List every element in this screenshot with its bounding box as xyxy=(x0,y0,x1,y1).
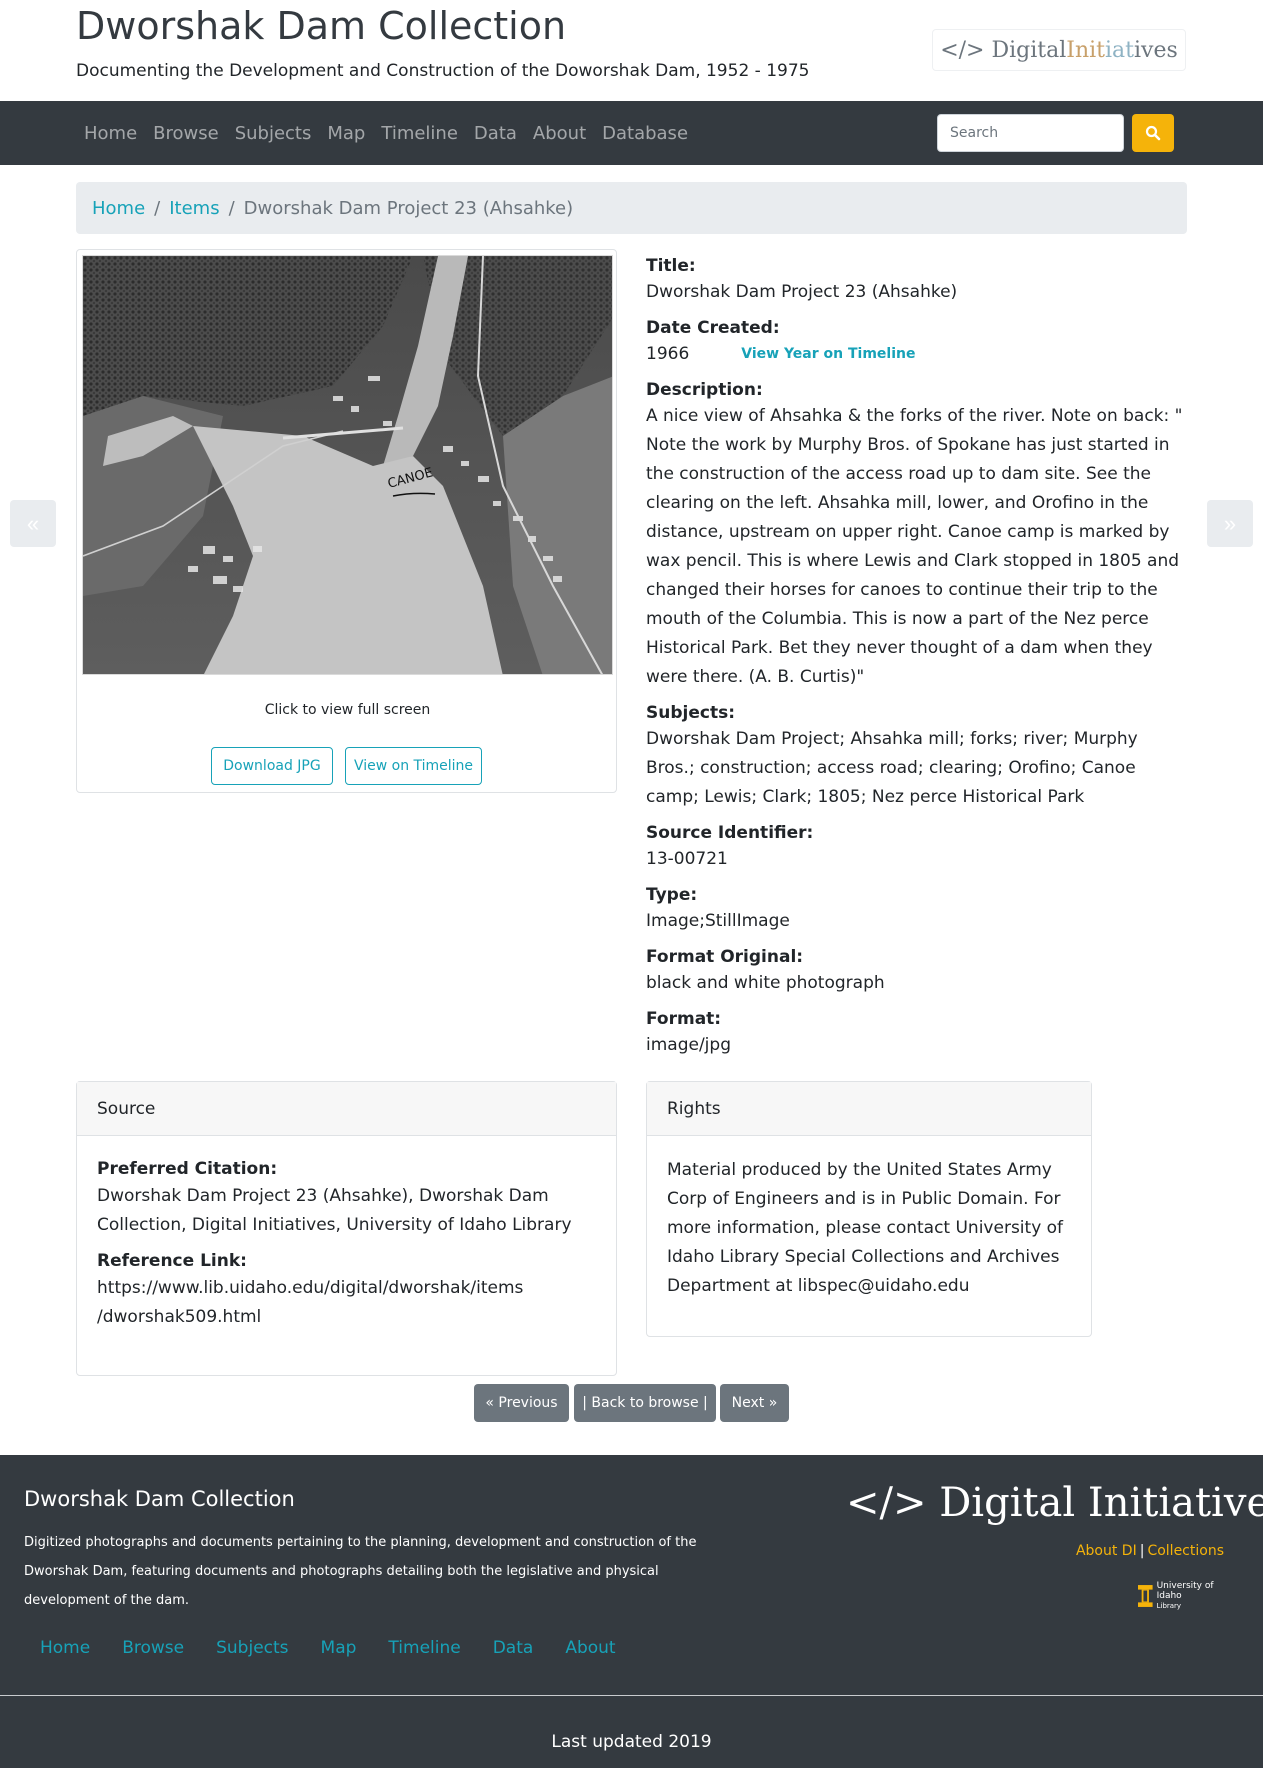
nav-timeline[interactable]: Timeline xyxy=(373,123,466,144)
about-di-link[interactable]: About DI xyxy=(1076,1543,1137,1559)
title-value: Dworshak Dam Project 23 (Ahsahke) xyxy=(646,282,958,302)
footer-title: Dworshak Dam Collection xyxy=(24,1487,295,1511)
previous-button[interactable]: « Previous xyxy=(474,1384,569,1422)
uidaho-line: Library xyxy=(1156,1602,1182,1610)
subjects-label: Subjects: xyxy=(646,703,735,723)
subjects-value: Dworshak Dam Project; Ahsahka mill; fork… xyxy=(646,729,1138,807)
rights-card: Rights Material produced by the United S… xyxy=(646,1081,1092,1337)
nav-links: Home Browse Subjects Map Timeline Data A… xyxy=(76,101,696,165)
type-label: Type: xyxy=(646,885,698,905)
last-updated: Last updated 2019 xyxy=(551,1732,712,1752)
breadcrumb-items[interactable]: Items xyxy=(169,198,219,219)
nav-data[interactable]: Data xyxy=(466,123,525,144)
format-label: Format: xyxy=(646,1009,722,1029)
footer-nav-about[interactable]: About xyxy=(565,1638,615,1658)
photo-caption: Click to view full screen xyxy=(264,702,431,718)
source-identifier-value: 13-00721 xyxy=(646,849,728,869)
footer-nav-subjects[interactable]: Subjects xyxy=(216,1638,288,1658)
nav-map[interactable]: Map xyxy=(319,123,373,144)
view-on-timeline-button[interactable]: View on Timeline xyxy=(345,747,482,785)
reference-link-line: https://www.lib.uidaho.edu/digital/dwors… xyxy=(97,1278,524,1298)
format-original-value: black and white photograph xyxy=(646,973,885,993)
date-created-value: 1966 xyxy=(646,344,690,364)
logo-text-3: iat xyxy=(1105,37,1135,63)
description-label: Description: xyxy=(646,380,763,400)
source-card-body: Preferred Citation: Dworshak Dam Project… xyxy=(77,1136,616,1360)
uidaho-i-icon xyxy=(1138,1585,1153,1607)
footer-divider xyxy=(0,1695,1263,1696)
footer-nav-browse[interactable]: Browse xyxy=(122,1638,184,1658)
reference-link-line: /dworshak509.html xyxy=(97,1307,262,1327)
nav-browse[interactable]: Browse xyxy=(145,123,227,144)
footer-nav: Home Browse Subjects Map Timeline Data A… xyxy=(40,1638,648,1658)
source-card: Source Preferred Citation: Dworshak Dam … xyxy=(76,1081,617,1376)
footer-nav-timeline[interactable]: Timeline xyxy=(388,1638,460,1658)
image-card: CANOE Click to view full screen Download… xyxy=(76,249,617,793)
rights-card-body: Material produced by the United States A… xyxy=(647,1136,1091,1329)
date-created-row: 1966 View Year on Timeline xyxy=(646,340,1191,369)
footer-link-separator: | xyxy=(1139,1543,1145,1559)
uidaho-line: University of Idaho xyxy=(1156,1581,1214,1601)
nav-home[interactable]: Home xyxy=(76,123,145,144)
search-button[interactable] xyxy=(1132,114,1174,152)
site-header: Dworshak Dam Collection Documenting the … xyxy=(0,0,1263,101)
collections-link[interactable]: Collections xyxy=(1147,1543,1224,1559)
aerial-photograph[interactable]: CANOE xyxy=(82,255,613,675)
nav-about[interactable]: About xyxy=(525,123,594,144)
description-value: A nice view of Ahsahka & the forks of th… xyxy=(646,406,1183,687)
preferred-citation-label: Preferred Citation: xyxy=(97,1159,278,1179)
breadcrumb: Home / Items / Dworshak Dam Project 23 (… xyxy=(76,182,1187,234)
format-value: image/jpg xyxy=(646,1035,731,1055)
search-icon xyxy=(1145,125,1161,141)
reference-link-value[interactable]: https://www.lib.uidaho.edu/digital/dwors… xyxy=(97,1274,596,1332)
next-button[interactable]: Next » xyxy=(720,1384,789,1422)
preferred-citation-value: Dworshak Dam Project 23 (Ahsahke), Dwors… xyxy=(97,1186,572,1235)
rights-card-header: Rights xyxy=(647,1082,1091,1136)
date-created-label: Date Created: xyxy=(646,318,780,338)
previous-item-arrow[interactable]: « xyxy=(10,500,56,547)
site-footer: Dworshak Dam Collection Digitized photog… xyxy=(0,1455,1263,1768)
footer-description: Digitized photographs and documents pert… xyxy=(24,1535,697,1608)
footer-di-links: About DI | Collections xyxy=(1000,1543,1224,1559)
footer-nav-home[interactable]: Home xyxy=(40,1638,90,1658)
photo-illustration: CANOE xyxy=(83,256,612,674)
logo-text-1: </> Digital xyxy=(940,37,1067,63)
search-input[interactable] xyxy=(937,114,1124,152)
title-label: Title: xyxy=(646,256,696,276)
breadcrumb-current: Dworshak Dam Project 23 (Ahsahke) xyxy=(243,197,574,219)
uidaho-text: University of Idaho Library xyxy=(1157,1581,1234,1611)
digital-initiatives-logo[interactable]: </> Digital Init iat ives xyxy=(932,29,1186,71)
view-year-on-timeline-link[interactable]: View Year on Timeline xyxy=(741,340,915,369)
next-item-arrow[interactable]: » xyxy=(1207,500,1253,547)
breadcrumb-separator: / xyxy=(228,197,235,219)
format-original-label: Format Original: xyxy=(646,947,804,967)
back-to-browse-button[interactable]: | Back to browse | xyxy=(574,1384,716,1422)
site-title[interactable]: Dworshak Dam Collection xyxy=(76,4,566,48)
item-metadata: Title: Dworshak Dam Project 23 (Ahsahke)… xyxy=(646,254,1191,1069)
university-of-idaho-logo[interactable]: University of Idaho Library xyxy=(1138,1581,1234,1611)
breadcrumb-separator: / xyxy=(154,197,161,219)
type-value: Image;StillImage xyxy=(646,911,790,931)
logo-text-4: ives xyxy=(1134,37,1178,63)
nav-database[interactable]: Database xyxy=(594,123,696,144)
logo-text-2: Init xyxy=(1066,37,1106,63)
rights-text: Material produced by the United States A… xyxy=(667,1160,1064,1296)
download-jpg-button[interactable]: Download JPG xyxy=(211,747,333,785)
nav-subjects[interactable]: Subjects xyxy=(227,123,320,144)
source-card-header: Source xyxy=(77,1082,616,1136)
breadcrumb-home[interactable]: Home xyxy=(92,198,145,219)
footer-nav-map[interactable]: Map xyxy=(321,1638,357,1658)
source-identifier-label: Source Identifier: xyxy=(646,823,814,843)
footer-digital-initiatives-logo[interactable]: </> Digital Initiatives xyxy=(846,1480,1263,1526)
reference-link-label: Reference Link: xyxy=(97,1251,247,1271)
footer-nav-data[interactable]: Data xyxy=(493,1638,534,1658)
site-subtitle: Documenting the Development and Construc… xyxy=(76,61,810,81)
